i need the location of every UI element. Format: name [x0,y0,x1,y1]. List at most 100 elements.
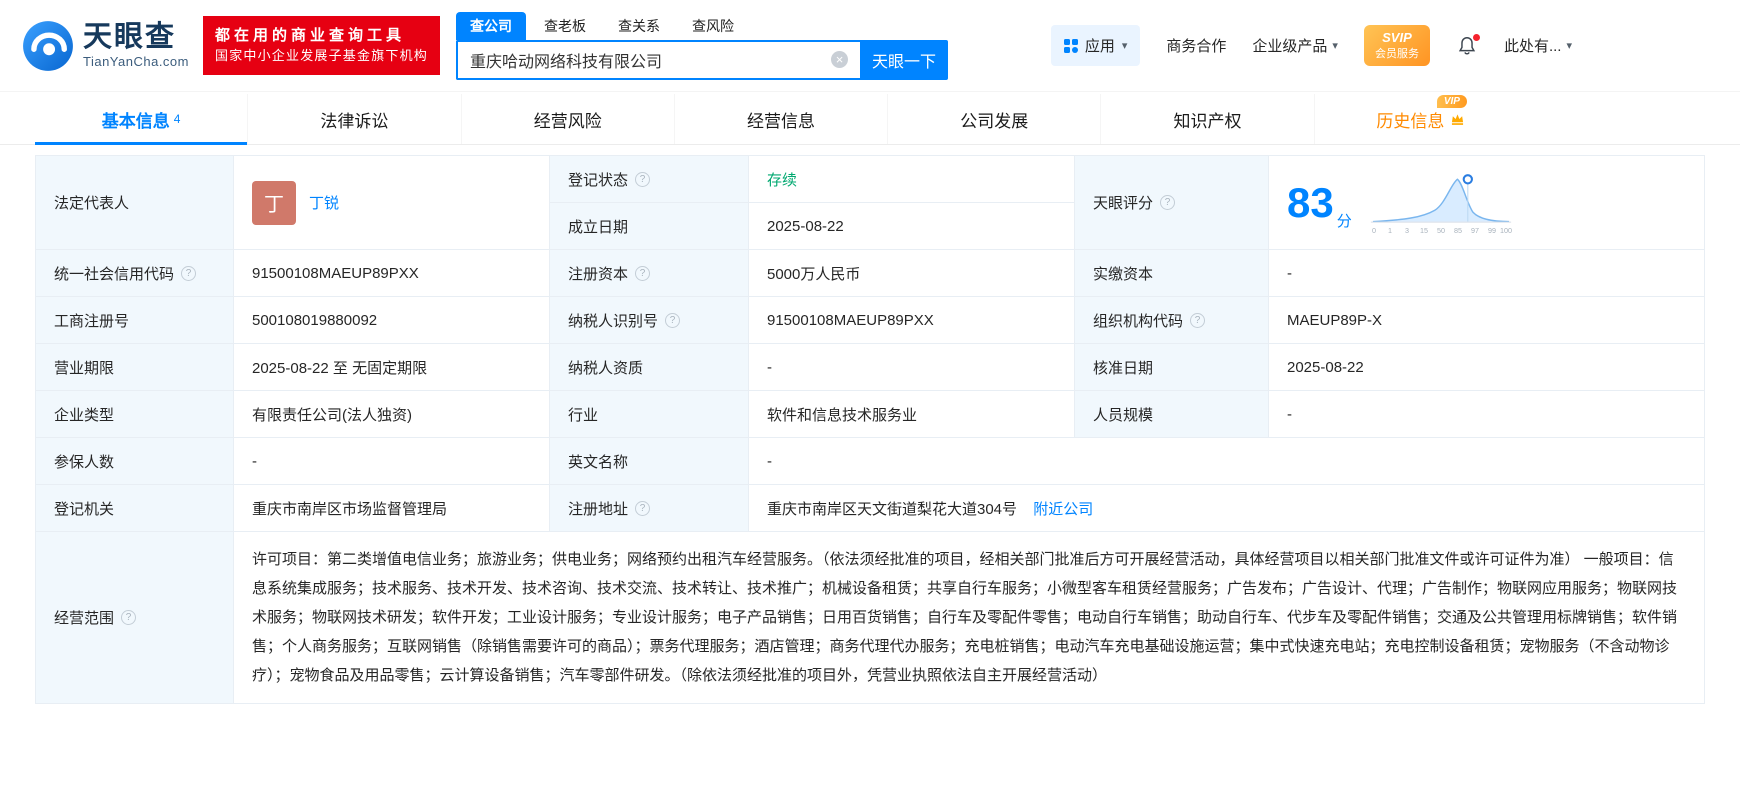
tab-legal-litigation[interactable]: 法律诉讼 [248,94,462,144]
field-label-english-name: 英文名称 [549,437,749,485]
tianyan-score: 83 分 0 1 3 15 50 85 97 99 100 [1287,170,1686,236]
label-text: 营业期限 [54,359,115,377]
avatar[interactable]: 丁 [252,180,296,225]
field-value-paid-capital: - [1268,249,1705,297]
field-value-legal-rep: 丁 丁锐 [233,155,550,250]
search-tab-relation[interactable]: 查关系 [604,12,674,40]
label-text: 企业类型 [54,406,115,424]
field-label-taxpayer-quality: 纳税人资质 [549,343,749,391]
label-text: 英文名称 [568,453,629,471]
help-icon[interactable]: ? [121,610,137,625]
search-input[interactable] [458,50,832,69]
score-number: 83 [1287,178,1334,226]
label-text: 注册资本 [568,265,629,283]
logo[interactable]: 天眼查 TianYanCha.com [22,20,189,72]
field-label-insured-count: 参保人数 [35,437,234,485]
help-icon[interactable]: ? [181,265,197,281]
value-text: - [767,452,772,470]
field-label-approval-date: 核准日期 [1074,343,1269,391]
user-menu-label: 此处有... [1503,38,1562,55]
field-label-reg-address: 注册地址? [549,484,749,532]
slogan-badge: 都在用的商业查询工具 国家中小企业发展子基金旗下机构 [203,16,441,75]
label-text: 核准日期 [1093,359,1154,377]
search-tabs: 查公司 查老板 查关系 查风险 [456,11,948,40]
svg-text:15: 15 [1420,225,1428,234]
field-label-reg-authority: 登记机关 [35,484,234,532]
field-value-english-name: - [748,437,1705,485]
svg-text:3: 3 [1405,225,1409,234]
notification-bell-icon[interactable] [1456,33,1480,57]
label-text: 纳税人资质 [568,359,644,377]
value-text: 2025-08-22 [1287,358,1364,376]
label-text: 注册地址 [568,500,629,518]
field-value-reg-number: 500108019880092 [233,296,550,344]
search-box: × [456,39,861,80]
help-icon[interactable]: ? [1190,312,1206,328]
tab-label: 知识产权 [1173,111,1242,131]
field-label-industry: 行业 [549,390,749,438]
search-tab-company[interactable]: 查公司 [456,11,527,40]
value-text: 500108019880092 [252,311,378,329]
field-value-reg-capital: 5000万人民币 [748,249,1075,297]
value-text: 91500108MAEUP89PXX [252,264,419,282]
tab-operation-info[interactable]: 经营信息 [675,94,889,144]
tab-label: 法律诉讼 [320,111,389,131]
field-value-approval-date: 2025-08-22 [1268,343,1705,391]
field-label-reg-capital: 注册资本? [549,249,749,297]
enterprise-products-label: 企业级产品 [1252,38,1328,55]
value-text: - [767,358,772,376]
field-value-reg-authority: 重庆市南岸区市场监督管理局 [233,484,550,532]
search-row: × 天眼一下 [456,39,949,80]
svg-text:50: 50 [1437,225,1445,234]
header: 天眼查 TianYanCha.com 都在用的商业查询工具 国家中小企业发展子基… [0,0,1740,92]
clear-icon[interactable]: × [831,51,849,68]
nearby-companies-link[interactable]: 附近公司 [1033,501,1093,518]
help-icon[interactable]: ? [665,312,681,328]
help-icon[interactable]: ? [1160,195,1176,210]
field-value-taxpayer-quality: - [748,343,1075,391]
crown-icon [1452,113,1464,125]
tab-company-development[interactable]: 公司发展 [888,94,1102,144]
apps-menu[interactable]: 应用 ▾ [1050,25,1141,66]
tab-count-badge: 4 [173,112,181,126]
field-value-taxpayer-id: 91500108MAEUP89PXX [748,296,1075,344]
search-tab-risk[interactable]: 查风险 [678,12,748,40]
help-icon[interactable]: ? [635,500,651,516]
tab-label: 经营风险 [533,111,602,131]
basic-info-table: 法定代表人 丁 丁锐 登记状态? 存续 天眼评分? 83 分 0 1 3 15 … [35,155,1705,704]
field-label-staff-size: 人员规模 [1074,390,1269,438]
label-text: 登记状态 [568,171,629,189]
field-label-business-term: 营业期限 [35,343,234,391]
label-text: 登记机关 [54,500,115,518]
value-text: 2025-08-22 至 无固定期限 [252,359,428,377]
help-icon[interactable]: ? [635,265,651,281]
tab-intellectual-property[interactable]: 知识产权 [1101,94,1315,144]
help-icon[interactable]: ? [635,171,651,187]
field-label-taxpayer-id: 纳税人识别号? [549,296,749,344]
menu-enterprise-products[interactable]: 企业级产品 ▾ [1252,35,1338,56]
brand-name: 天眼查 [83,21,177,54]
svg-text:85: 85 [1454,225,1462,234]
user-menu[interactable]: 此处有... ▾ [1504,35,1572,56]
vip-badge: VIP [1436,95,1467,108]
status-badge: 存续 [767,171,798,189]
value-text: 重庆市南岸区市场监督管理局 [252,500,448,518]
search-tab-boss[interactable]: 查老板 [530,12,600,40]
legal-rep-link[interactable]: 丁锐 [309,192,339,213]
tab-label: 经营信息 [746,111,815,131]
field-label-reg-status: 登记状态? [549,155,749,203]
value-text: 有限责任公司(法人独资) [252,406,412,424]
search-button[interactable]: 天眼一下 [860,39,949,80]
tab-history-info[interactable]: VIP 历史信息 [1315,94,1527,144]
field-value-reg-status: 存续 [748,155,1075,203]
label-text: 实缴资本 [1093,265,1154,283]
svg-text:97: 97 [1471,225,1479,234]
apps-grid-icon [1063,38,1078,53]
menu-business-cooperation[interactable]: 商务合作 [1166,35,1226,56]
tab-label: 公司发展 [960,111,1029,131]
business-scope-text: 许可项目：第二类增值电信业务；旅游业务；供电业务；网络预约出租汽车经营服务。（依… [252,551,1678,684]
tab-basic-info[interactable]: 基本信息 4 [35,94,249,145]
svip-membership-button[interactable]: SVIP 会员服务 [1363,24,1430,67]
field-label-paid-capital: 实缴资本 [1074,249,1269,297]
tab-operation-risk[interactable]: 经营风险 [462,94,675,144]
